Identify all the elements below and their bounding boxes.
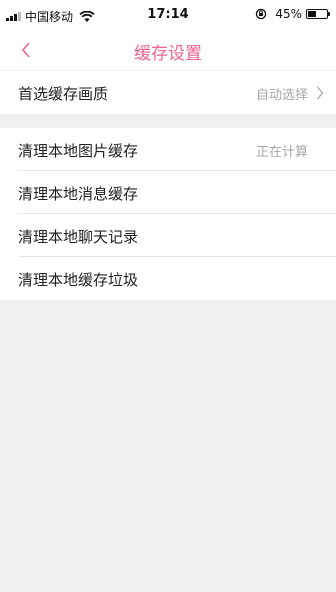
preferred-quality-label: 首选缓存画质 bbox=[18, 85, 109, 103]
page-title: 缓存设置 bbox=[134, 44, 202, 64]
clear-images-label: 清理本地图片缓存 bbox=[18, 142, 139, 160]
rotation-lock-icon bbox=[256, 8, 267, 20]
clear-messages-row[interactable]: 清理本地消息缓存 bbox=[0, 171, 336, 214]
clear-cache-junk-label: 清理本地缓存垃圾 bbox=[18, 271, 139, 289]
clear-messages-label: 清理本地消息缓存 bbox=[18, 185, 139, 203]
status-bar: 中国移动 17:14 45% bbox=[0, 0, 336, 30]
preferred-quality-value: 自动选择 bbox=[255, 88, 308, 103]
battery-percentage: 45% bbox=[275, 7, 302, 21]
chevron-right-icon bbox=[316, 86, 324, 100]
nav-bar: 缓存设置 bbox=[0, 30, 336, 70]
clear-chat-history-row[interactable]: 清理本地聊天记录 bbox=[0, 214, 336, 257]
preferred-quality-row[interactable]: 首选缓存画质 自动选择 bbox=[0, 71, 336, 114]
status-right: 45% bbox=[255, 7, 330, 21]
clear-cache-junk-row[interactable]: 清理本地缓存垃圾 bbox=[0, 257, 336, 300]
clear-chat-history-label: 清理本地聊天记录 bbox=[18, 228, 139, 246]
clear-images-status: 正在计算 bbox=[255, 145, 308, 160]
battery-icon bbox=[306, 9, 330, 19]
battery-level bbox=[308, 11, 317, 17]
clear-images-row[interactable]: 清理本地图片缓存 正在计算 bbox=[0, 128, 336, 171]
